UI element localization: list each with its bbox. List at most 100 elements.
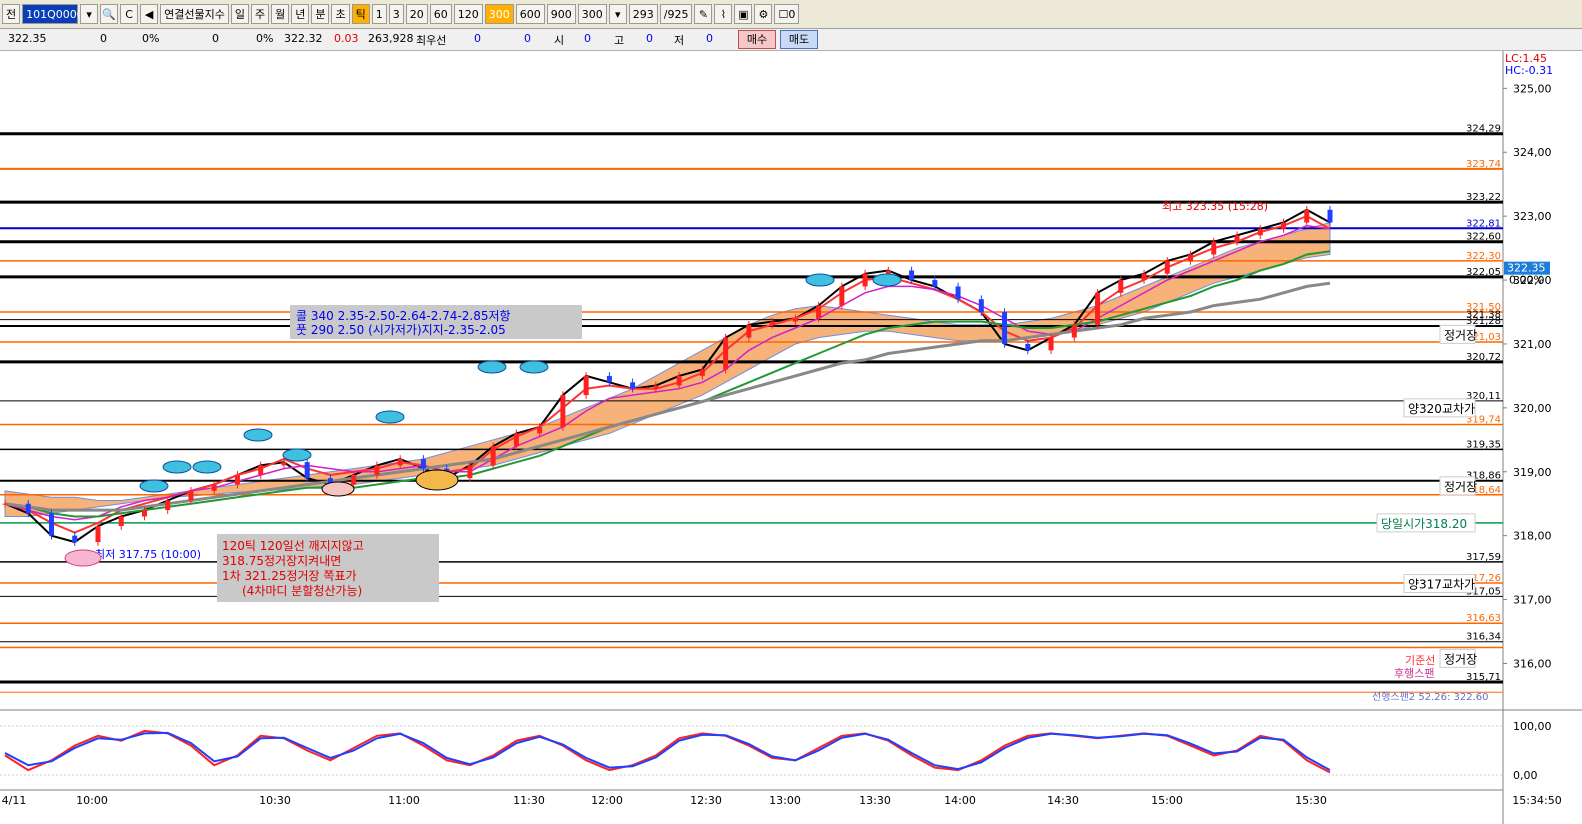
sub-line-1 [4, 731, 1331, 771]
chart-type-icon[interactable]: ⌇ [714, 4, 733, 24]
tick-20[interactable]: 20 [405, 4, 428, 24]
level-label-1: 323,74 [1466, 159, 1501, 170]
chikou-label: 후행스팬 [1394, 667, 1434, 680]
right-tag-4: 양317교차가 [1408, 578, 1475, 592]
price-chart: 324,29 323,74 323,22 322,81 322,60 322,30 322,… [0, 51, 1582, 824]
candle-body-56 [1304, 209, 1310, 223]
indicator-icon[interactable]: ✎ [694, 4, 713, 24]
trading-window: 전 101Q0000 ▾ 🔍 C ◀ 연결선물지수 일 주 월 년 분 초 틱 … [0, 0, 1582, 824]
candle-body-43 [1002, 312, 1008, 344]
chevron-down-icon[interactable]: ▾ [608, 4, 627, 24]
candle-body-11 [258, 465, 264, 475]
save-icon[interactable]: ▣ [734, 4, 753, 24]
quote-best2: 0 [524, 32, 531, 45]
quote-v2: 0 [212, 32, 219, 45]
candle-body-29 [676, 375, 682, 386]
candle-body-52 [1211, 241, 1217, 255]
x-tick-label-12: 15:30 [1295, 794, 1327, 807]
resist-marker-5 [477, 360, 507, 374]
note-box-2-line-2: 318.75정거장지켜내면 [222, 554, 341, 568]
candle-body-1 [25, 503, 31, 514]
candle-body-3 [72, 535, 78, 543]
period-tick[interactable]: 틱 [351, 4, 370, 24]
quote-open-label: 시 [554, 34, 565, 47]
toolbar-prev-button[interactable]: 전 [2, 4, 21, 24]
quote-price: 322.35 [8, 32, 47, 45]
sub-tick-label-1: 0,00 [1513, 769, 1538, 782]
period-minute[interactable]: 분 [311, 4, 330, 24]
symbol-code-input[interactable]: 101Q0000 [22, 4, 84, 24]
period-day[interactable]: 일 [230, 4, 249, 24]
candle-body-45 [1048, 337, 1054, 351]
right-tag-0: 정거장 [1444, 328, 1477, 342]
quote-open: 0 [584, 32, 591, 45]
quote-high: 0 [646, 32, 653, 45]
tick-60[interactable]: 60 [429, 4, 452, 24]
x-tick-label-3: 11:00 [388, 794, 420, 807]
resist-marker-2 [192, 460, 222, 474]
tick-1[interactable]: 1 [371, 4, 387, 24]
x-tick-label-5: 12:00 [591, 794, 623, 807]
support-ellipse-2 [321, 481, 355, 497]
option-checkbox[interactable]: ☐ 0 [774, 4, 800, 24]
right-tag-5: 정거장 [1444, 652, 1477, 666]
resist-marker-8 [872, 273, 902, 287]
quote-low: 0 [706, 32, 713, 45]
period-week[interactable]: 주 [250, 4, 270, 24]
tick-120[interactable]: 120 [453, 4, 483, 24]
resist-marker-1 [162, 460, 192, 474]
candle-body-32 [746, 324, 752, 338]
x-tick-label-1: 10:00 [76, 794, 108, 807]
tick-count-select[interactable]: 300 [577, 4, 607, 24]
search-icon[interactable]: 🔍 [100, 4, 119, 24]
compare-icon[interactable]: C [120, 4, 139, 24]
y-tick-label-5: 320,00 [1513, 402, 1552, 415]
candle-body-18 [420, 458, 426, 469]
candle-body-31 [723, 337, 729, 370]
bar-count-input[interactable]: 293 [628, 4, 658, 24]
note-box-1-line-1: 콜 340 2.35-2.50-2.64-2.74-2.85저항 [296, 309, 511, 323]
candle-body-35 [816, 305, 822, 319]
candle-body-12 [281, 462, 287, 466]
period-second[interactable]: 초 [331, 4, 350, 24]
sell-button[interactable]: 매도 [780, 30, 818, 49]
gear-icon[interactable]: ⚙ [754, 4, 773, 24]
plot-area [0, 51, 1503, 705]
resist-marker-7 [805, 273, 835, 287]
level-label-0: 324,29 [1466, 124, 1501, 135]
period-month[interactable]: 월 [271, 4, 290, 24]
candle-body-9 [211, 484, 217, 491]
right-tag-2: 정거장 [1444, 480, 1477, 494]
low-marker [64, 549, 102, 567]
candle-body-8 [188, 490, 194, 501]
x-tick-label-2: 10:30 [259, 794, 291, 807]
candle-body-38 [885, 270, 891, 274]
x-tick-label-7: 13:00 [769, 794, 801, 807]
candle-body-34 [792, 318, 798, 322]
candle-body-30 [699, 369, 705, 376]
period-year[interactable]: 년 [291, 4, 310, 24]
y-tick-label-4: 321,00 [1513, 338, 1552, 351]
tick-300[interactable]: 300 [484, 4, 514, 24]
quote-price2: 322.32 [284, 32, 323, 45]
option-checkbox-label: 0 [788, 7, 796, 21]
note-box-2-line-3: 1차 321.25정거장 쪽표가 [222, 569, 357, 583]
high-note: 최고 323.35 (15:28) [1162, 200, 1268, 213]
level-label-22: 316,34 [1466, 632, 1501, 643]
candle-body-51 [1188, 254, 1194, 261]
quote-p1: 0% [142, 32, 160, 45]
candle-body-23 [537, 427, 543, 434]
speaker-icon[interactable]: ◀ [140, 4, 159, 24]
y-tick-label-2: 323,00 [1513, 210, 1552, 223]
buy-button[interactable]: 매수 [738, 30, 776, 49]
candle-body-55 [1281, 222, 1287, 229]
dropdown-icon[interactable]: ▾ [80, 4, 99, 24]
tick-600[interactable]: 600 [515, 4, 545, 24]
x-tick-label-10: 14:30 [1047, 794, 1079, 807]
candle-body-15 [351, 474, 357, 485]
tick-900[interactable]: 900 [546, 4, 576, 24]
candle-body-6 [141, 510, 147, 517]
resist-marker-3 [282, 448, 312, 462]
tick-3[interactable]: 3 [388, 4, 404, 24]
note-box-2-line-4: (4차마디 분할청산가능) [242, 584, 362, 598]
